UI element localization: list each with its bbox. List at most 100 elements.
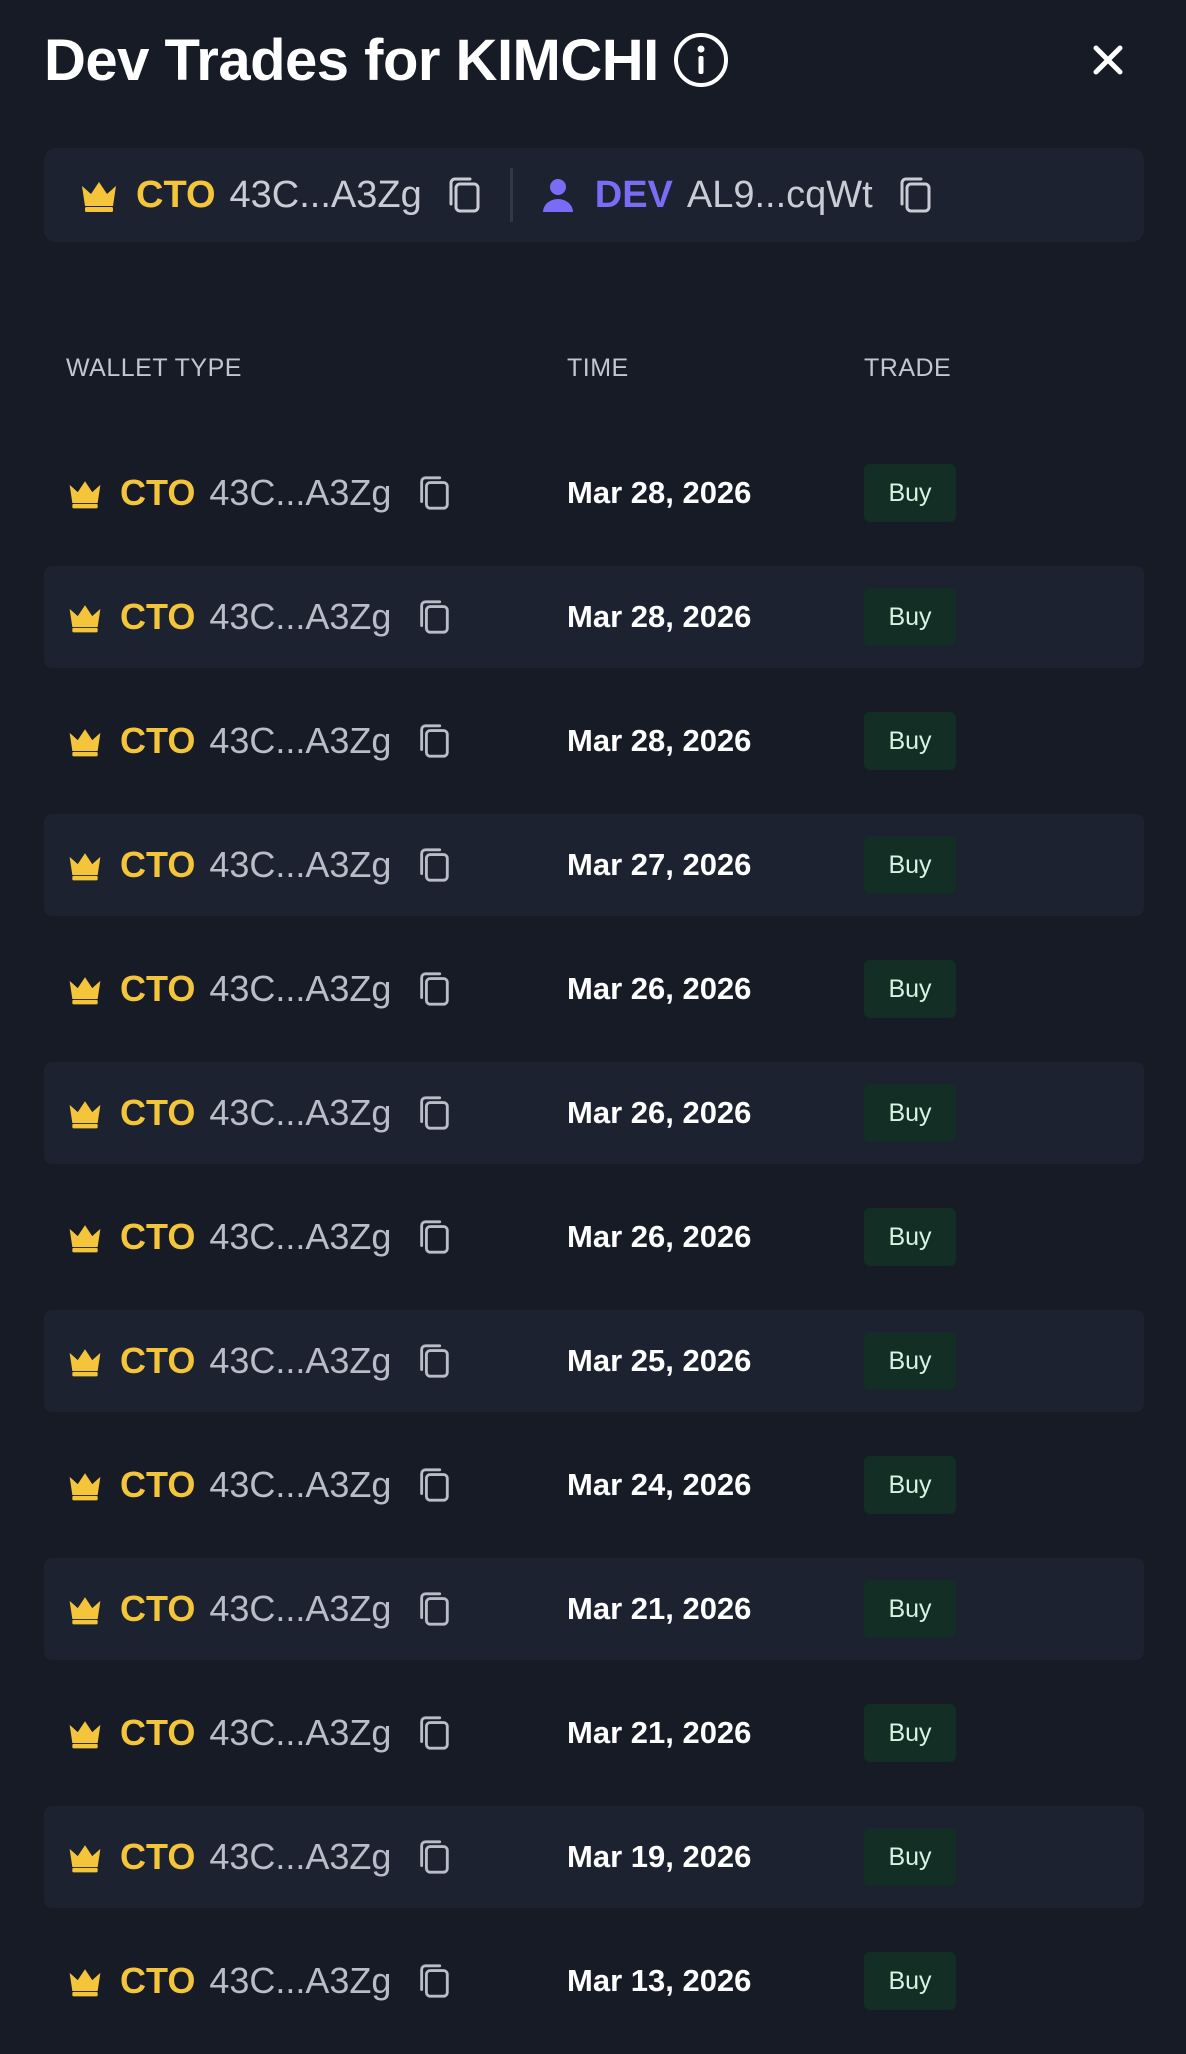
wallet-cell: CTO 43C...A3Zg xyxy=(66,1558,453,1660)
wallet-cell: CTO 43C...A3Zg xyxy=(66,1186,453,1288)
wallet-address: 43C...A3Zg xyxy=(209,1340,392,1381)
wallets-bar: CTO 43C...A3Zg DEV AL9...cqWt xyxy=(44,148,1144,242)
table-row: CTO 43C...A3Zg Mar 25, 2026 Buy xyxy=(44,1310,1144,1412)
wallet-cell: CTO 43C...A3Zg xyxy=(66,1062,453,1164)
crown-icon xyxy=(66,1094,104,1132)
crown-icon xyxy=(66,1342,104,1380)
crown-icon xyxy=(78,174,120,216)
wallet-address: 43C...A3Zg xyxy=(209,720,392,761)
wallet-address: 43C...A3Zg xyxy=(209,844,392,885)
crown-icon xyxy=(66,1714,104,1752)
trade-badge[interactable]: Buy xyxy=(864,1208,956,1266)
copy-icon[interactable] xyxy=(415,474,453,512)
wallet-cell: CTO 43C...A3Zg xyxy=(66,814,453,916)
trade-badge[interactable]: Buy xyxy=(864,1952,956,2010)
trade-badge[interactable]: Buy xyxy=(864,1704,956,1762)
table-row: CTO 43C...A3Zg Mar 28, 2026 Buy xyxy=(44,566,1144,668)
trade-badge[interactable]: Buy xyxy=(864,960,956,1018)
trade-time: Mar 28, 2026 xyxy=(567,723,752,758)
table-row: CTO 43C...A3Zg Mar 27, 2026 Buy xyxy=(44,814,1144,916)
copy-icon[interactable] xyxy=(415,1342,453,1380)
wallet-address: 43C...A3Zg xyxy=(209,1712,392,1753)
trade-badge[interactable]: Buy xyxy=(864,836,956,894)
trade-badge[interactable]: Buy xyxy=(864,1828,956,1886)
dev-wallet-chip: DEV AL9...cqWt xyxy=(513,148,935,242)
trade-time: Mar 21, 2026 xyxy=(567,1715,752,1750)
trade-time: Mar 26, 2026 xyxy=(567,971,752,1006)
crown-icon xyxy=(66,1962,104,2000)
dev-label: DEV xyxy=(594,173,673,216)
wallet-address: 43C...A3Zg xyxy=(209,1588,392,1629)
close-icon[interactable] xyxy=(1086,38,1130,82)
copy-icon[interactable] xyxy=(415,846,453,884)
wallet-type-label: CTO xyxy=(120,1836,196,1877)
trade-badge[interactable]: Buy xyxy=(864,712,956,770)
crown-icon xyxy=(66,474,104,512)
column-header-trade: TRADE xyxy=(864,354,952,382)
crown-icon xyxy=(66,846,104,884)
copy-icon[interactable] xyxy=(415,1466,453,1504)
wallet-cell: CTO 43C...A3Zg xyxy=(66,566,453,668)
table-row: CTO 43C...A3Zg Mar 26, 2026 Buy xyxy=(44,938,1144,1040)
crown-icon xyxy=(66,970,104,1008)
wallet-cell: CTO 43C...A3Zg xyxy=(66,1434,453,1536)
trade-time: Mar 26, 2026 xyxy=(567,1219,752,1254)
trade-time: Mar 13, 2026 xyxy=(567,1963,752,1998)
table-row: CTO 43C...A3Zg Mar 21, 2026 Buy xyxy=(44,1558,1144,1660)
modal-header: Dev Trades for KIMCHI xyxy=(44,22,1142,98)
copy-icon[interactable] xyxy=(415,598,453,636)
table-row: CTO 43C...A3Zg Mar 26, 2026 Buy xyxy=(44,1186,1144,1288)
crown-icon xyxy=(66,1466,104,1504)
trade-time: Mar 27, 2026 xyxy=(567,847,752,882)
wallet-address: 43C...A3Zg xyxy=(209,1464,392,1505)
copy-icon[interactable] xyxy=(415,1094,453,1132)
trade-badge[interactable]: Buy xyxy=(864,1456,956,1514)
trade-badge[interactable]: Buy xyxy=(864,1332,956,1390)
dev-address: AL9...cqWt xyxy=(686,173,873,216)
wallet-cell: CTO 43C...A3Zg xyxy=(66,1806,453,1908)
wallet-type-label: CTO xyxy=(120,968,196,1009)
wallet-type-label: CTO xyxy=(120,1712,196,1753)
column-header-time: TIME xyxy=(567,354,629,382)
wallet-address: 43C...A3Zg xyxy=(209,1092,392,1133)
wallet-cell: CTO 43C...A3Zg xyxy=(66,1930,453,2032)
user-icon xyxy=(537,174,579,216)
trade-badge[interactable]: Buy xyxy=(864,464,956,522)
copy-icon[interactable] xyxy=(415,1838,453,1876)
info-icon[interactable] xyxy=(673,32,729,88)
page-title: Dev Trades for KIMCHI xyxy=(44,27,659,93)
table-row: CTO 43C...A3Zg Mar 28, 2026 Buy xyxy=(44,442,1144,544)
wallet-cell: CTO 43C...A3Zg xyxy=(66,690,453,792)
trades-table: CTO 43C...A3Zg Mar 28, 2026 Buy CTO 43C.… xyxy=(44,442,1144,2054)
copy-icon[interactable] xyxy=(895,175,935,215)
column-header-wallet-type: WALLET TYPE xyxy=(66,354,242,382)
trade-badge[interactable]: Buy xyxy=(864,588,956,646)
wallet-address: 43C...A3Zg xyxy=(209,472,392,513)
copy-icon[interactable] xyxy=(415,1218,453,1256)
copy-icon[interactable] xyxy=(415,1714,453,1752)
crown-icon xyxy=(66,598,104,636)
trade-time: Mar 26, 2026 xyxy=(567,1095,752,1130)
cto-address: 43C...A3Zg xyxy=(229,173,422,216)
copy-icon[interactable] xyxy=(415,722,453,760)
wallet-type-label: CTO xyxy=(120,1960,196,2001)
wallet-cell: CTO 43C...A3Zg xyxy=(66,1310,453,1412)
table-row: CTO 43C...A3Zg Mar 26, 2026 Buy xyxy=(44,1062,1144,1164)
table-row: CTO 43C...A3Zg Mar 24, 2026 Buy xyxy=(44,1434,1144,1536)
copy-icon[interactable] xyxy=(415,1962,453,2000)
wallet-type-label: CTO xyxy=(120,1464,196,1505)
table-row: CTO 43C...A3Zg Mar 13, 2026 Buy xyxy=(44,1930,1144,2032)
wallet-address: 43C...A3Zg xyxy=(209,596,392,637)
wallet-type-label: CTO xyxy=(120,596,196,637)
trade-badge[interactable]: Buy xyxy=(864,1084,956,1142)
table-row: CTO 43C...A3Zg Mar 28, 2026 Buy xyxy=(44,690,1144,792)
copy-icon[interactable] xyxy=(444,175,484,215)
table-row: CTO 43C...A3Zg Mar 19, 2026 Buy xyxy=(44,1806,1144,1908)
wallet-address: 43C...A3Zg xyxy=(209,968,392,1009)
cto-wallet-chip: CTO 43C...A3Zg xyxy=(44,148,484,242)
copy-icon[interactable] xyxy=(415,1590,453,1628)
trade-badge[interactable]: Buy xyxy=(864,1580,956,1638)
trade-time: Mar 24, 2026 xyxy=(567,1467,752,1502)
copy-icon[interactable] xyxy=(415,970,453,1008)
table-row: CTO 43C...A3Zg Mar 21, 2026 Buy xyxy=(44,1682,1144,1784)
